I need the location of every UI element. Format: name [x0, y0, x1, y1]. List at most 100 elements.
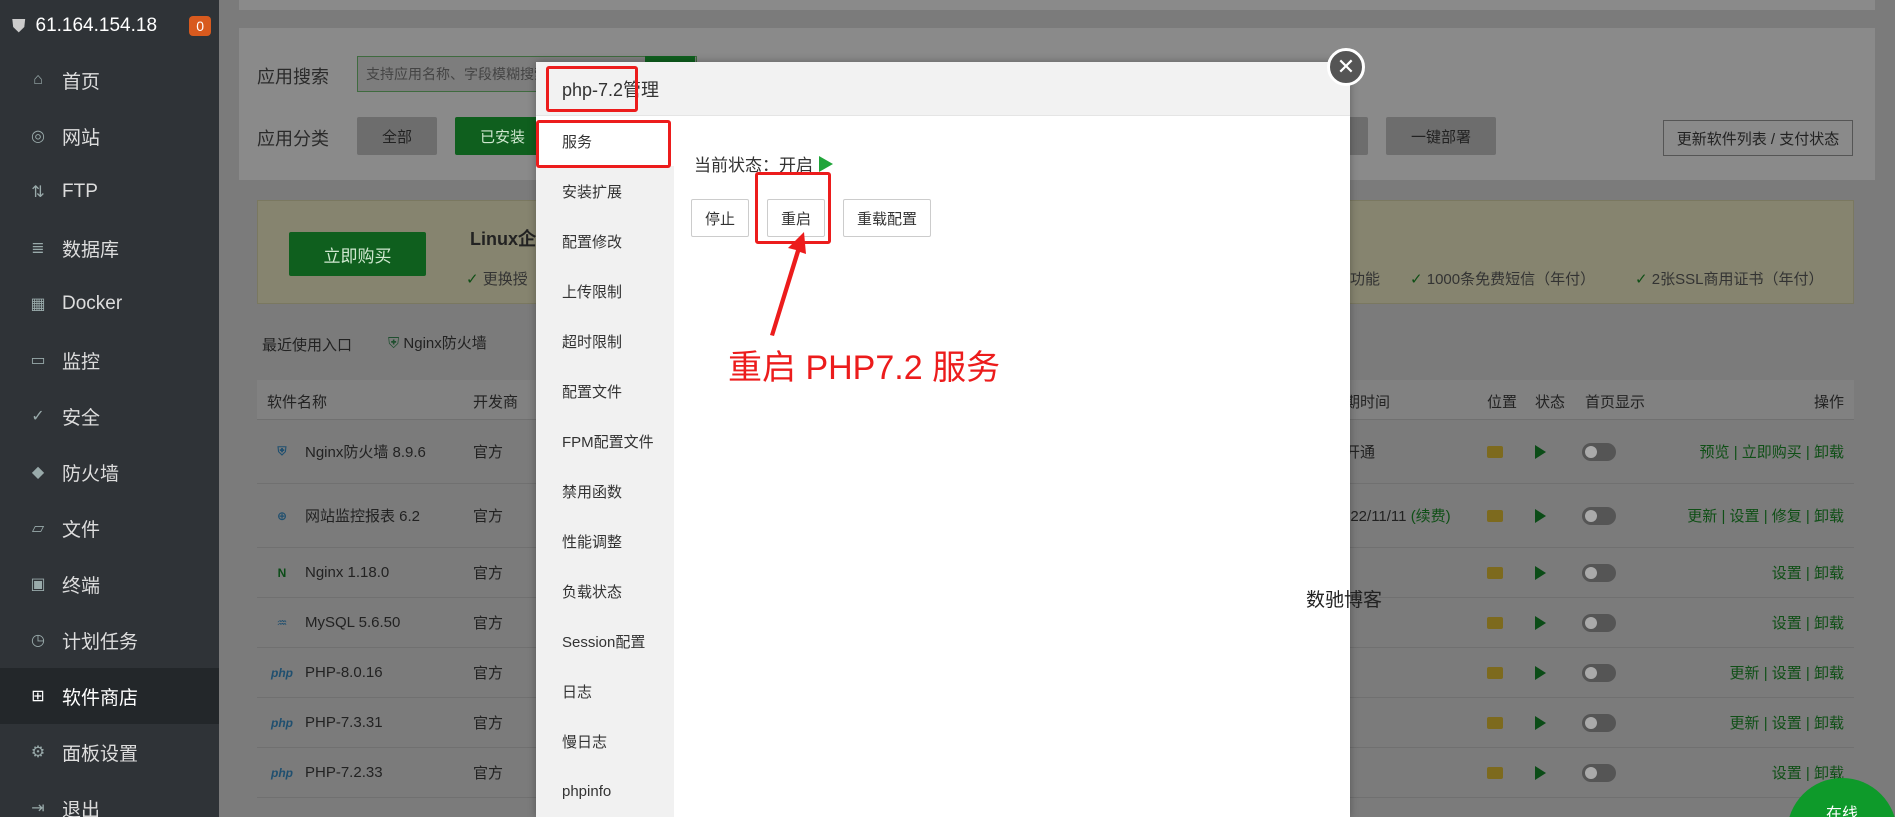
folder-icon[interactable] — [1487, 616, 1503, 629]
row-ops[interactable]: 设置 | 卸载 — [1772, 562, 1844, 583]
modal-menu-upload-limit[interactable]: 上传限制 — [536, 266, 674, 316]
sidebar-item-database[interactable]: ≣ 数据库 — [0, 220, 219, 276]
home-display-toggle[interactable] — [1582, 613, 1616, 632]
renew-link[interactable]: (续费) — [1411, 508, 1451, 525]
folder-icon[interactable] — [1487, 666, 1503, 679]
modal-menu-extensions[interactable]: 安装扩展 — [536, 166, 674, 216]
folder-icon[interactable] — [1487, 766, 1503, 779]
modal-menu-disabled-functions[interactable]: 禁用函数 — [536, 466, 674, 516]
modal-menu-load-status[interactable]: 负载状态 — [536, 566, 674, 616]
play-icon[interactable] — [1535, 565, 1546, 580]
category-all-button[interactable]: 全部 — [357, 117, 437, 155]
stop-button[interactable]: 停止 — [691, 199, 749, 237]
update-list-button[interactable]: 更新软件列表 / 支付状态 — [1663, 120, 1853, 156]
server-ip: 61.164.154.18 — [35, 15, 158, 36]
row-ops[interactable]: 更新 | 设置 | 卸载 — [1730, 712, 1844, 733]
sidebar-item-label: FTP — [62, 181, 98, 202]
row-ops[interactable]: 更新 | 设置 | 卸载 — [1730, 662, 1844, 683]
search-placeholder: 支持应用名称、字段模糊搜索 — [366, 66, 548, 82]
close-icon[interactable]: ✕ — [1327, 48, 1365, 86]
play-icon[interactable] — [1535, 444, 1546, 459]
sidebar-item-files[interactable]: ▱ 文件 — [0, 500, 219, 556]
sidebar-item-label: 计划任务 — [62, 631, 139, 653]
globe-icon: ◎ — [31, 128, 45, 145]
modal-menu-config-edit[interactable]: 配置修改 — [536, 216, 674, 266]
modal-menu-fpm-config[interactable]: FPM配置文件 — [536, 416, 674, 466]
monitor-report-icon: ⊕ — [276, 508, 288, 523]
promo-feature-text: 更换授 — [482, 271, 528, 288]
sidebar-item-label: 文件 — [62, 519, 101, 541]
header-name: 软件名称 — [267, 394, 328, 411]
sidebar-item-security[interactable]: ✓ 安全 — [0, 388, 219, 444]
folder-icon[interactable] — [1487, 445, 1503, 458]
home-display-toggle[interactable] — [1582, 713, 1616, 732]
database-icon: ≣ — [31, 240, 45, 257]
sidebar-item-label: 面板设置 — [62, 743, 139, 765]
sidebar-item-cron[interactable]: ◷ 计划任务 — [0, 612, 219, 668]
waf-shield-icon: ⛨ — [388, 335, 404, 352]
running-play-icon — [819, 155, 833, 172]
sidebar-item-label: 数据库 — [62, 239, 120, 261]
sidebar-item-firewall[interactable]: ◆ 防火墙 — [0, 444, 219, 500]
row-ops[interactable]: 设置 | 卸载 — [1772, 612, 1844, 633]
sidebar-item-logout[interactable]: ⇥ 退出 — [0, 780, 219, 817]
category-placeholder-button[interactable] — [1348, 117, 1368, 155]
modal-menu-config-file[interactable]: 配置文件 — [536, 366, 674, 416]
sidebar-item-home[interactable]: ⌂ 首页 — [0, 52, 219, 108]
folder-icon[interactable] — [1487, 566, 1503, 579]
home-display-toggle[interactable] — [1582, 663, 1616, 682]
sidebar-item-label: 防火墙 — [62, 463, 120, 485]
row-ops[interactable]: 更新 | 设置 | 修复 | 卸载 — [1687, 505, 1844, 526]
annotation-text: 重启 PHP7.2 服务 — [728, 349, 1001, 387]
row-name: 网站监控报表 6.2 — [305, 508, 421, 525]
row-name: Nginx防火墙 8.9.6 — [305, 444, 426, 461]
home-display-toggle[interactable] — [1582, 563, 1616, 582]
play-icon[interactable] — [1535, 715, 1546, 730]
annotation-box-service — [536, 120, 671, 168]
recent-item-label: Nginx防火墙 — [403, 335, 487, 352]
row-dev: 官方 — [473, 665, 504, 682]
folder-icon[interactable] — [1487, 509, 1503, 522]
modal-title: php-7.2管理 — [536, 62, 1350, 116]
home-display-toggle[interactable] — [1582, 506, 1616, 525]
play-icon[interactable] — [1535, 665, 1546, 680]
row-ops[interactable]: 预览 | 立即购买 | 卸载 — [1700, 441, 1844, 462]
sidebar-item-website[interactable]: ◎ 网站 — [0, 108, 219, 164]
buy-now-button[interactable]: 立即购买 — [289, 232, 426, 276]
row-name: PHP-8.0.16 — [305, 664, 383, 681]
sidebar-item-settings[interactable]: ⚙ 面板设置 — [0, 724, 219, 780]
sidebar-item-docker[interactable]: ▦ Docker — [0, 276, 219, 332]
modal-menu-slow-log[interactable]: 慢日志 — [536, 716, 674, 766]
promo-feature: ✓ 1000条免费短信（年付） — [1410, 268, 1595, 289]
sidebar-item-label: 网站 — [62, 127, 101, 149]
modal-menu-timeout-limit[interactable]: 超时限制 — [536, 316, 674, 366]
row-name: Nginx 1.18.0 — [305, 564, 390, 581]
modal-menu-performance[interactable]: 性能调整 — [536, 516, 674, 566]
ftp-icon: ⇅ — [31, 184, 45, 201]
home-display-toggle[interactable] — [1582, 442, 1616, 461]
modal-menu-log[interactable]: 日志 — [536, 666, 674, 716]
sidebar-brand: ⛊ 61.164.154.18 0 — [0, 0, 219, 52]
search-label: 应用搜索 — [257, 67, 329, 87]
sidebar-item-ftp[interactable]: ⇅ FTP — [0, 164, 219, 220]
home-display-toggle[interactable] — [1582, 763, 1616, 782]
sidebar-item-terminal[interactable]: ▣ 终端 — [0, 556, 219, 612]
header-dev: 开发商 — [473, 394, 519, 411]
sidebar-item-monitor[interactable]: ▭ 监控 — [0, 332, 219, 388]
reload-config-button[interactable]: 重载配置 — [843, 199, 931, 237]
play-icon[interactable] — [1535, 615, 1546, 630]
one-click-deploy-button[interactable]: 一键部署 — [1386, 117, 1496, 155]
sidebar-item-label: 软件商店 — [62, 687, 139, 709]
notification-badge[interactable]: 0 — [189, 16, 211, 36]
modal-menu-session[interactable]: Session配置 — [536, 616, 674, 666]
promo-feature-text: 功能 — [1350, 271, 1381, 288]
sidebar-item-store[interactable]: ⊞ 软件商店 — [0, 668, 219, 724]
modal-menu-phpinfo[interactable]: phpinfo — [536, 766, 674, 816]
header-ops: 操作 — [1813, 394, 1844, 411]
annotation-arrow-icon — [770, 232, 806, 336]
play-icon[interactable] — [1535, 508, 1546, 523]
sidebar: ⛊ 61.164.154.18 0 ⌂ 首页 ◎ 网站 ⇅ FTP ≣ 数据库 ▦ Doc… — [0, 0, 219, 817]
recent-item-nginx-waf[interactable]: ⛨ Nginx防火墙 — [388, 332, 487, 353]
play-icon[interactable] — [1535, 765, 1546, 780]
folder-icon[interactable] — [1487, 716, 1503, 729]
